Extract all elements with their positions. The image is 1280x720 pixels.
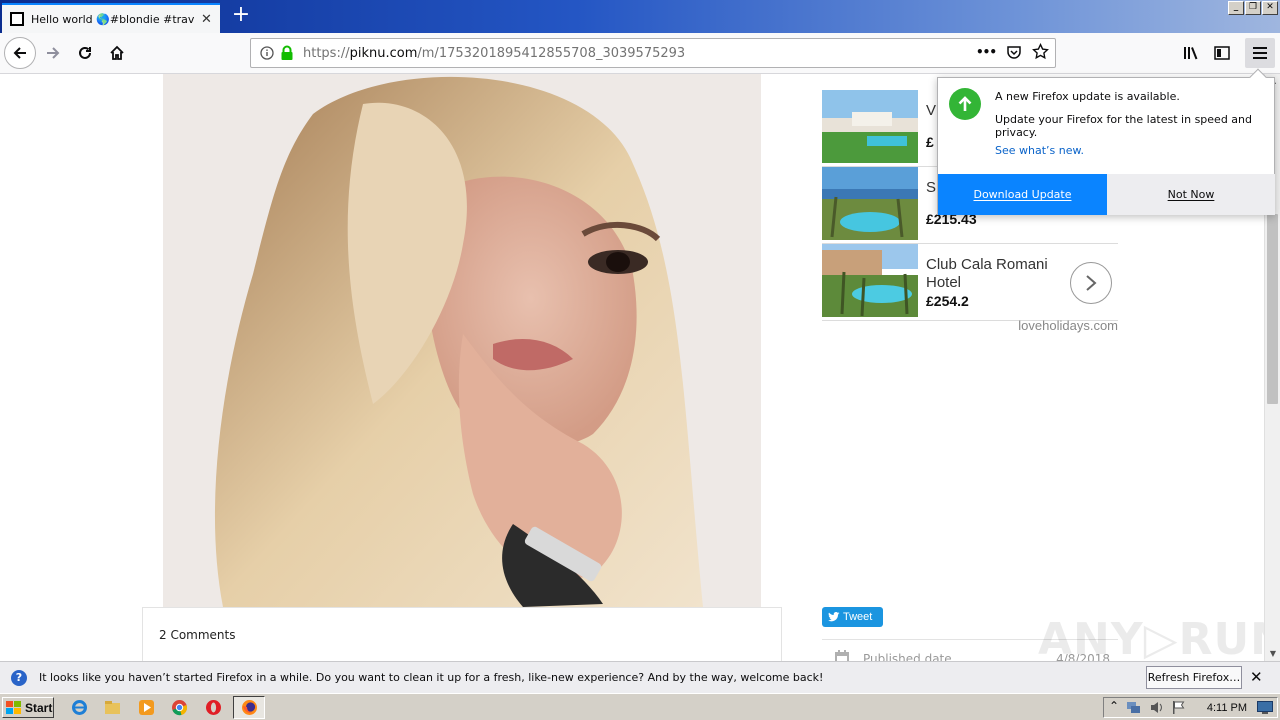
tab-title: Hello world 🌎#blondie #travel #m <box>31 12 195 26</box>
navigation-toolbar: https://piknu.com/m/1753201895412855708_… <box>0 33 1280 74</box>
hamburger-menu-icon <box>1253 47 1267 59</box>
comments-section: 2 Comments <box>142 607 782 661</box>
ad-price: £ <box>926 134 934 150</box>
bookmark-star-icon[interactable] <box>1032 43 1049 60</box>
site-info-icon[interactable] <box>260 46 274 60</box>
ad-next-button[interactable] <box>1070 262 1112 304</box>
clock[interactable]: 4:11 PM <box>1207 702 1247 714</box>
chrome-icon[interactable] <box>171 699 188 716</box>
page-actions-menu-icon[interactable]: ••• <box>976 45 997 59</box>
refresh-notification-bar: ? It looks like you haven’t started Fire… <box>0 661 1280 693</box>
not-now-button[interactable]: Not Now <box>1107 174 1275 215</box>
start-button[interactable]: Start <box>2 697 54 718</box>
close-window-button[interactable]: ✕ <box>1262 1 1278 15</box>
opera-icon[interactable] <box>205 699 222 716</box>
forward-button[interactable] <box>38 38 68 68</box>
tray-expand-icon[interactable]: ⌃ <box>1109 699 1119 713</box>
minimize-button[interactable]: _ <box>1228 1 1244 15</box>
anyrun-watermark: ANY▷RUN <box>1038 614 1264 661</box>
tweet-button[interactable]: Tweet <box>822 607 883 627</box>
show-desktop-icon[interactable] <box>1257 701 1273 714</box>
network-icon[interactable] <box>1126 700 1142 715</box>
sidebar-toggle-button[interactable] <box>1207 38 1237 68</box>
url-path: /m/1753201895412855708_3039575293 <box>417 46 686 61</box>
library-icon <box>1184 47 1198 60</box>
update-available-panel: A new Firefox update is available. Updat… <box>937 68 1275 215</box>
url-bar[interactable]: https://piknu.com/m/1753201895412855708_… <box>250 38 1056 68</box>
reload-button[interactable] <box>70 38 100 68</box>
pocket-icon[interactable] <box>1006 44 1022 60</box>
restore-button[interactable]: ❐ <box>1245 1 1261 15</box>
sidebar-icon <box>1214 46 1230 60</box>
window-controls: _ ❐ ✕ <box>1228 1 1278 15</box>
tab-favicon-icon <box>10 12 24 26</box>
scroll-thumb[interactable] <box>1267 214 1278 404</box>
download-update-button[interactable]: Download Update <box>938 174 1107 215</box>
url-host: piknu.com <box>349 46 418 61</box>
portrait-image <box>163 74 761 607</box>
internet-explorer-icon[interactable] <box>71 699 88 716</box>
tweet-label: Tweet <box>843 611 873 623</box>
update-body: Update your Firefox for the latest in sp… <box>995 113 1253 139</box>
tab-close-button[interactable]: ✕ <box>201 12 212 27</box>
home-icon <box>110 45 124 60</box>
browser-tab[interactable]: Hello world 🌎#blondie #travel #m ✕ <box>2 3 220 33</box>
whats-new-link[interactable]: See what’s new. <box>995 144 1084 157</box>
media-player-icon[interactable] <box>138 699 155 716</box>
ad-source[interactable]: loveholidays.com <box>822 318 1118 333</box>
file-explorer-icon[interactable] <box>104 699 121 716</box>
resort-pool-3[interactable] <box>822 244 918 317</box>
secure-lock-icon[interactable] <box>280 45 294 61</box>
resort-pool-1[interactable] <box>822 90 918 163</box>
scroll-down-icon[interactable]: ▼ <box>1265 647 1280 661</box>
url-scheme: https:// <box>303 46 350 61</box>
windows-logo-icon <box>6 700 21 714</box>
action-center-flag-icon[interactable] <box>1172 700 1186 715</box>
volume-icon[interactable] <box>1149 700 1165 715</box>
forward-arrow-icon <box>47 47 60 59</box>
ad-price: £254.2 <box>926 293 969 309</box>
url-actions: ••• <box>976 43 1049 60</box>
home-button[interactable] <box>102 38 132 68</box>
chevron-right-icon <box>1086 275 1097 291</box>
firefox-taskbar-button[interactable] <box>233 696 265 719</box>
post-photo[interactable] <box>163 74 761 607</box>
close-notification-button[interactable]: ✕ <box>1250 668 1263 686</box>
question-icon: ? <box>11 670 27 686</box>
library-button[interactable] <box>1176 38 1206 68</box>
windows-taskbar: Start ⌃ 4:11 PM <box>0 693 1280 720</box>
app-menu-button[interactable] <box>1245 38 1275 68</box>
refresh-firefox-button[interactable]: Refresh Firefox… <box>1146 666 1242 689</box>
twitter-bird-icon <box>828 612 840 622</box>
new-tab-button[interactable]: + <box>230 3 252 29</box>
notification-text: It looks like you haven’t started Firefo… <box>39 671 824 684</box>
update-arrow-icon <box>949 88 981 120</box>
url-text[interactable]: https://piknu.com/m/1753201895412855708_… <box>303 46 685 61</box>
firefox-icon <box>242 700 257 715</box>
comments-count[interactable]: 2 Comments <box>159 628 236 642</box>
ad-name[interactable]: Club Cala Romani Hotel <box>926 256 1066 292</box>
back-arrow-icon <box>13 47 26 59</box>
update-title: A new Firefox update is available. <box>995 90 1180 103</box>
ad-item[interactable]: Club Cala Romani Hotel £254.2 <box>822 244 1118 321</box>
reload-icon <box>79 46 91 59</box>
back-button[interactable] <box>4 37 36 69</box>
resort-pool-2[interactable] <box>822 167 918 240</box>
calendar-icon <box>835 650 849 661</box>
start-label: Start <box>25 700 53 715</box>
system-tray: ⌃ 4:11 PM <box>1103 697 1278 718</box>
published-label: Published date <box>863 652 952 661</box>
title-bar: Hello world 🌎#blondie #travel #m ✕ + _ ❐… <box>0 0 1280 33</box>
